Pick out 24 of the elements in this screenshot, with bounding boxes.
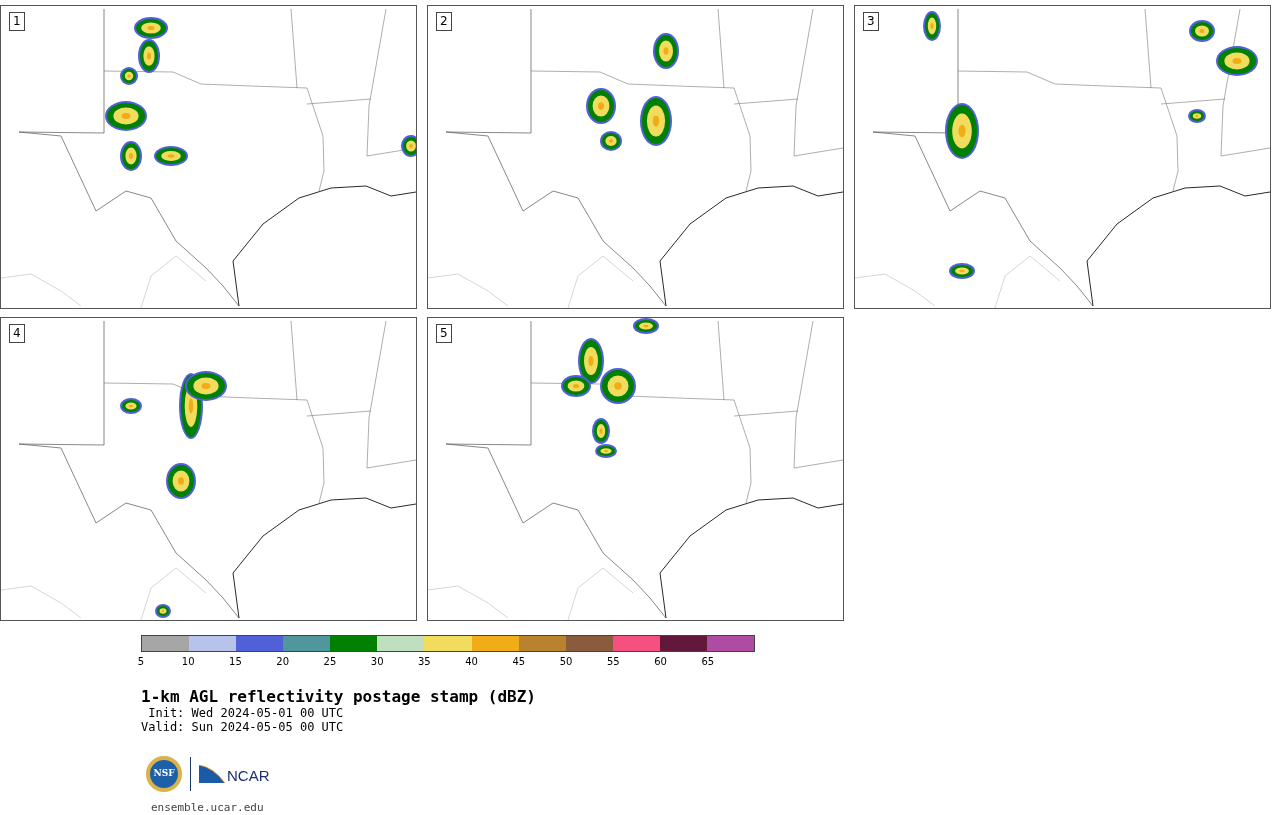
valid-time: Valid: Sun 2024-05-05 00 UTC [141,720,345,734]
tick-label: 60 [654,656,667,668]
init-time: Init: Wed 2024-05-01 00 UTC [147,706,345,720]
panel-number: 4 [9,324,25,343]
panel-number: 2 [436,12,452,31]
tick-label: 15 [229,656,242,668]
tick-label: 30 [370,656,384,668]
ncar-logo: NCAR [199,765,270,783]
website-url: ensemble.ucar.edu [150,800,265,815]
chart-title: 1-km AGL reflectivity postage stamp (dBZ) [141,688,537,706]
tick-label: 25 [323,656,337,668]
panel-number: 3 [863,12,879,31]
tick-label: 20 [276,656,290,668]
tick-label: 45 [512,656,526,668]
tick-label: 35 [418,656,431,668]
tick-label: 10 [181,656,195,668]
nsf-logo: NSF [146,756,182,792]
panel-number: 1 [9,12,25,31]
tick-label: 65 [701,656,715,668]
tick-label: 50 [559,656,573,668]
tick-label: 40 [465,656,478,668]
panel-number: 5 [436,324,452,343]
tick-label: 55 [606,656,620,668]
tick-label: 5 [137,656,145,668]
